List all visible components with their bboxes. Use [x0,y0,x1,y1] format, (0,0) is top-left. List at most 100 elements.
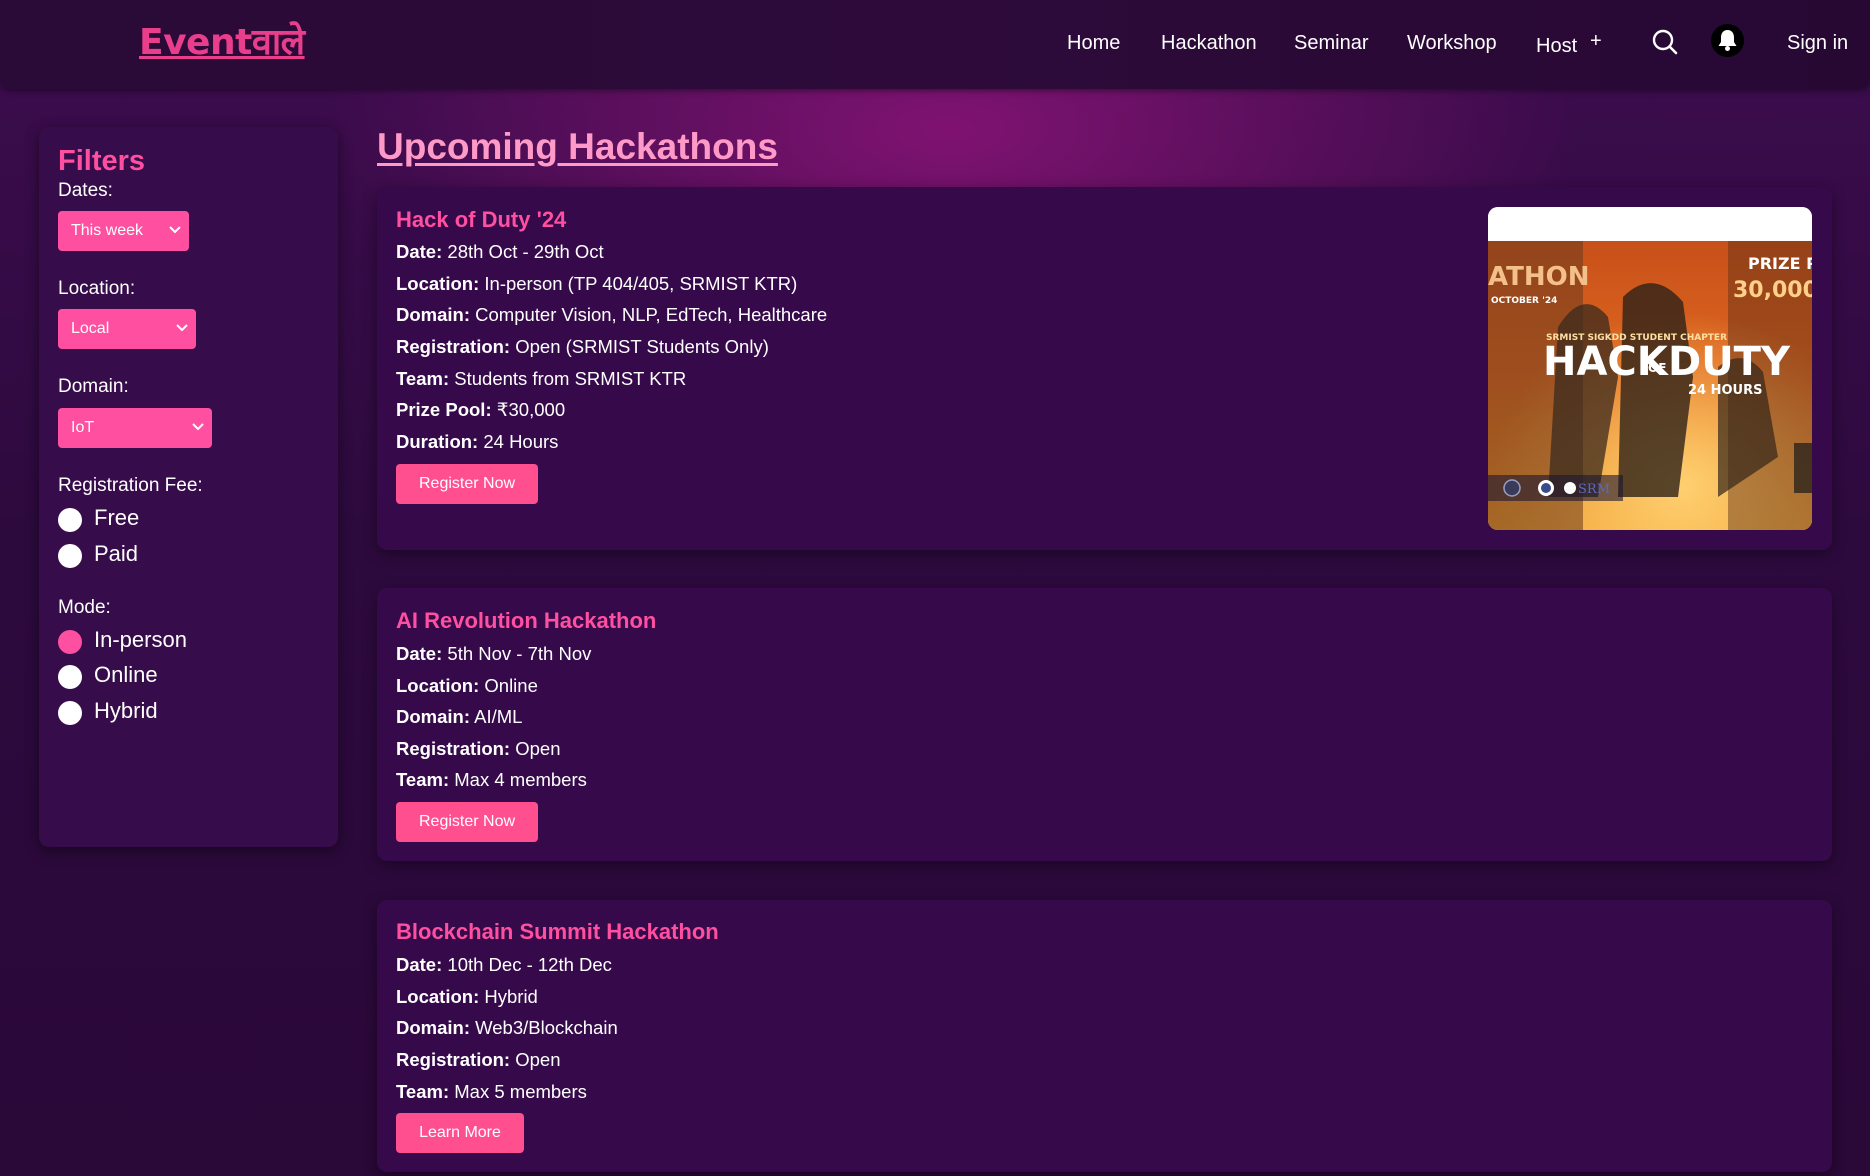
page-title: Upcoming Hackathons [377,126,778,167]
learn-more-button[interactable]: Learn More [396,1113,524,1153]
detail-value: In-person (TP 404/405, SRMIST KTR) [484,273,798,294]
detail-label: Date: [396,241,443,262]
detail-value: Students from SRMIST KTR [454,368,687,389]
poster-text-month: OCTOBER '24 [1491,296,1557,306]
event-detail-prize: Prize Pool: ₹30,000 [396,399,565,421]
event-detail-team: Team: Max 5 members [396,1081,587,1103]
event-detail-registration: Registration: Open [396,738,561,760]
poster-text-duty: DUTY [1668,339,1791,385]
detail-label: Registration: [396,1049,511,1070]
poster-text-prize-value: 30,000 [1733,278,1812,303]
dates-select-value: This week [71,222,144,239]
register-now-button[interactable]: Register Now [396,802,538,842]
detail-value: Web3/Blockchain [475,1017,618,1038]
event-card: AI Revolution Hackathon Date: 5th Nov - … [377,588,1832,861]
fee-option-label: Free [94,505,140,530]
radio-button[interactable] [58,701,82,725]
event-detail-registration: Registration: Open (SRMIST Students Only… [396,336,769,358]
sign-in-link[interactable]: Sign in [1787,32,1848,55]
event-poster-image[interactable]: ATHON OCTOBER '24 PRIZE P 30,000 SRMIST … [1488,207,1812,530]
chevron-down-icon [169,226,181,234]
dates-select[interactable]: This week [58,211,189,251]
detail-label: Registration: [396,738,511,759]
detail-value: 28th Oct - 29th Oct [447,241,604,262]
location-select-value: Local [71,320,110,337]
brand-logo[interactable]: Eventवाले [139,16,305,65]
detail-label: Domain: [396,706,470,727]
fee-option-label: Paid [94,541,139,566]
detail-label: Date: [396,643,443,664]
nav-host[interactable]: Host [1536,35,1577,58]
detail-value: Open [515,1049,561,1070]
detail-label: Domain: [396,1017,470,1038]
nav-hackathon[interactable]: Hackathon [1161,32,1257,55]
event-detail-date: Date: 5th Nov - 7th Nov [396,643,591,665]
event-detail-date: Date: 10th Dec - 12th Dec [396,954,612,976]
detail-label: Date: [396,954,443,975]
event-detail-domain: Domain: Web3/Blockchain [396,1017,618,1039]
host-plus-icon[interactable]: + [1590,30,1602,53]
event-title[interactable]: Hack of Duty '24 [396,207,566,233]
mode-option-label: In-person [94,627,187,652]
mode-label: Mode: [58,597,111,618]
domain-label: Domain: [58,376,129,397]
poster-text-hours: 24 HOURS [1688,383,1762,398]
register-now-button[interactable]: Register Now [396,464,538,504]
navbar: Eventवाले Home Hackathon Seminar Worksho… [0,0,1870,89]
detail-value: Open [515,738,561,759]
event-detail-team: Team: Max 4 members [396,769,587,791]
radio-button[interactable] [58,508,82,532]
radio-button-selected[interactable] [58,630,82,654]
detail-label: Team: [396,368,450,389]
event-detail-location: Location: In-person (TP 404/405, SRMIST … [396,273,797,295]
event-detail-team: Team: Students from SRMIST KTR [396,368,686,390]
detail-label: Location: [396,675,480,696]
event-card: Hack of Duty '24 Date: 28th Oct - 29th O… [377,187,1832,550]
event-detail-location: Location: Hybrid [396,986,538,1008]
fee-label: Registration Fee: [58,475,203,496]
detail-label: Duration: [396,431,479,452]
detail-label: Prize Pool: [396,399,492,420]
poster-text-prize-label: PRIZE P [1748,254,1812,273]
detail-value: Max 4 members [454,769,587,790]
poster-text-athon: ATHON [1488,262,1589,292]
bell-icon[interactable] [1711,24,1744,57]
nav-seminar[interactable]: Seminar [1294,32,1368,55]
filters-title: Filters [58,145,146,177]
event-detail-location: Location: Online [396,675,538,697]
event-detail-registration: Registration: Open [396,1049,561,1071]
detail-label: Team: [396,769,450,790]
detail-value: Hybrid [484,986,538,1007]
location-label: Location: [58,278,136,299]
detail-value: 10th Dec - 12th Dec [447,954,612,975]
nav-workshop[interactable]: Workshop [1407,32,1497,55]
radio-button[interactable] [58,665,82,689]
event-title[interactable]: Blockchain Summit Hackathon [396,919,719,945]
event-card: Blockchain Summit Hackathon Date: 10th D… [377,900,1832,1172]
event-detail-domain: Domain: AI/ML [396,706,522,728]
detail-value: 24 Hours [483,431,559,452]
event-detail-domain: Domain: Computer Vision, NLP, EdTech, He… [396,304,827,326]
domain-select-value: IoT [71,419,95,436]
detail-value: Computer Vision, NLP, EdTech, Healthcare [475,304,828,325]
detail-value: Online [484,675,538,696]
chevron-down-icon [192,423,204,431]
search-icon[interactable] [1651,28,1679,56]
location-select[interactable]: Local [58,309,196,349]
event-detail-duration: Duration: 24 Hours [396,431,558,453]
nav-home[interactable]: Home [1067,32,1120,55]
poster-text-of: OF [1648,361,1666,375]
domain-select[interactable]: IoT [58,408,212,448]
detail-label: Registration: [396,336,511,357]
event-detail-date: Date: 28th Oct - 29th Oct [396,241,604,263]
mode-option-label: Hybrid [94,698,158,723]
radio-button[interactable] [58,544,82,568]
detail-value: AI/ML [474,706,523,727]
mode-option-label: Online [94,662,158,687]
event-title[interactable]: AI Revolution Hackathon [396,608,656,634]
detail-label: Domain: [396,304,470,325]
detail-label: Location: [396,273,480,294]
detail-value: Open (SRMIST Students Only) [515,336,769,357]
filters-panel: Filters Dates: This week Location: Local… [39,127,338,847]
detail-label: Location: [396,986,480,1007]
